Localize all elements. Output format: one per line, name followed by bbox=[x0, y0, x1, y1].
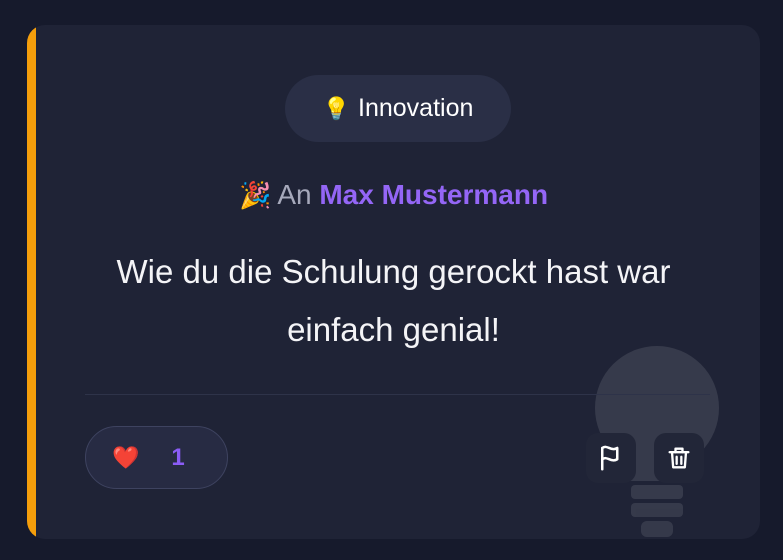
lightbulb-icon: 💡 bbox=[322, 95, 351, 121]
category-label: Innovation bbox=[358, 94, 474, 122]
category-accent-bar bbox=[27, 25, 36, 539]
trash-icon bbox=[668, 447, 690, 469]
category-badge: 💡 Innovation bbox=[285, 75, 511, 142]
divider bbox=[85, 394, 710, 395]
kudos-message: Wie du die Schulung gerockt hast war ein… bbox=[116, 253, 671, 348]
recipient-name: Max Mustermann bbox=[319, 179, 549, 210]
report-button[interactable] bbox=[586, 433, 636, 483]
like-count: 1 bbox=[171, 443, 185, 471]
flag-icon bbox=[601, 445, 619, 471]
kudos-card: 💡 Innovation 🎉 An Max Mustermann Wie du d… bbox=[27, 25, 760, 539]
heart-icon: ❤️ bbox=[112, 444, 140, 470]
recipient-line: 🎉 An Max Mustermann bbox=[27, 179, 760, 211]
party-popper-icon: 🎉 bbox=[238, 180, 272, 210]
like-button[interactable]: ❤️ 1 bbox=[85, 426, 228, 489]
delete-button[interactable] bbox=[654, 433, 704, 483]
recipient-prefix: An bbox=[277, 179, 312, 210]
